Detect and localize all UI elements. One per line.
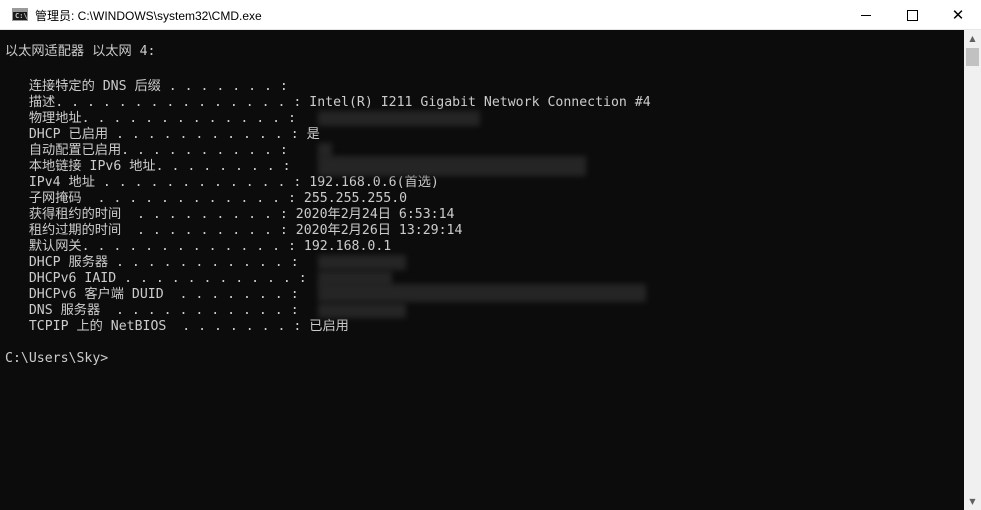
console-line-dhcpv6-iaid: DHCPv6 IAID . . . . . . . . . . . : (5, 271, 307, 286)
minimize-button[interactable] (843, 0, 889, 30)
console-line-dhcp-enabled: DHCP 已启用 . . . . . . . . . . . : 是 (5, 127, 320, 142)
console-line-ipv6: 本地链接 IPv6 地址. . . . . . . . : (5, 159, 291, 174)
cmd-icon[interactable]: C:\ (12, 8, 28, 21)
console-line-physical-address: 物理地址. . . . . . . . . . . . . : (5, 111, 296, 126)
console-line-dhcpv6-duid: DHCPv6 客户端 DUID . . . . . . . : (5, 287, 299, 302)
console-line-autoconfig: 自动配置已启用. . . . . . . . . . : (5, 143, 288, 158)
console-line-dhcp-server: DHCP 服务器 . . . . . . . . . . . : (5, 255, 299, 270)
console-line-netbios: TCPIP 上的 NetBIOS . . . . . . . : 已启用 (5, 319, 349, 334)
scrollbar-thumb[interactable] (966, 48, 979, 66)
console-line-lease-obtained: 获得租约的时间 . . . . . . . . . : 2020年2月24日 6… (5, 207, 455, 222)
redacted-ipv6 (318, 156, 586, 176)
window-title: 管理员: C:\WINDOWS\system32\CMD.exe (35, 9, 262, 23)
scroll-up-icon[interactable]: ▲ (964, 30, 981, 47)
console-line-gateway: 默认网关. . . . . . . . . . . . . : 192.168.… (5, 239, 392, 254)
console-line-description: 描述. . . . . . . . . . . . . . . : Intel(… (5, 95, 651, 110)
console-line-dns-suffix: 连接特定的 DNS 后缀 . . . . . . . : (5, 79, 288, 94)
redacted-dns-servers (318, 303, 406, 318)
scroll-down-icon[interactable]: ▼ (964, 493, 981, 510)
adapter-heading: 以太网适配器 以太网 4: (5, 44, 156, 59)
console-output[interactable]: 以太网适配器 以太网 4: 连接特定的 DNS 后缀 . . . . . . .… (0, 30, 964, 510)
vertical-scrollbar[interactable]: ▲ ▼ (964, 30, 981, 510)
console-line-lease-expires: 租约过期的时间 . . . . . . . . . : 2020年2月26日 1… (5, 223, 463, 238)
maximize-icon (906, 9, 918, 21)
redacted-physical-address (318, 111, 480, 126)
console-line-dns-servers: DNS 服务器 . . . . . . . . . . . : (5, 303, 299, 318)
title-bar[interactable]: C:\ 管理员: C:\WINDOWS\system32\CMD.exe ✕ (0, 0, 981, 30)
close-icon: ✕ (951, 6, 965, 24)
maximize-button[interactable] (889, 0, 935, 30)
cmd-icon-glyph: C:\ (15, 12, 28, 20)
command-prompt[interactable]: C:\Users\Sky> (5, 351, 108, 367)
redacted-dhcpv6-duid (318, 284, 646, 302)
redacted-dhcp-server (318, 255, 406, 270)
console-line-ipv4: IPv4 地址 . . . . . . . . . . . . : 192.16… (5, 175, 439, 190)
minimize-icon (861, 14, 871, 16)
console-line-subnet: 子网掩码 . . . . . . . . . . . . : 255.255.2… (5, 191, 408, 206)
close-button[interactable]: ✕ (935, 0, 981, 30)
